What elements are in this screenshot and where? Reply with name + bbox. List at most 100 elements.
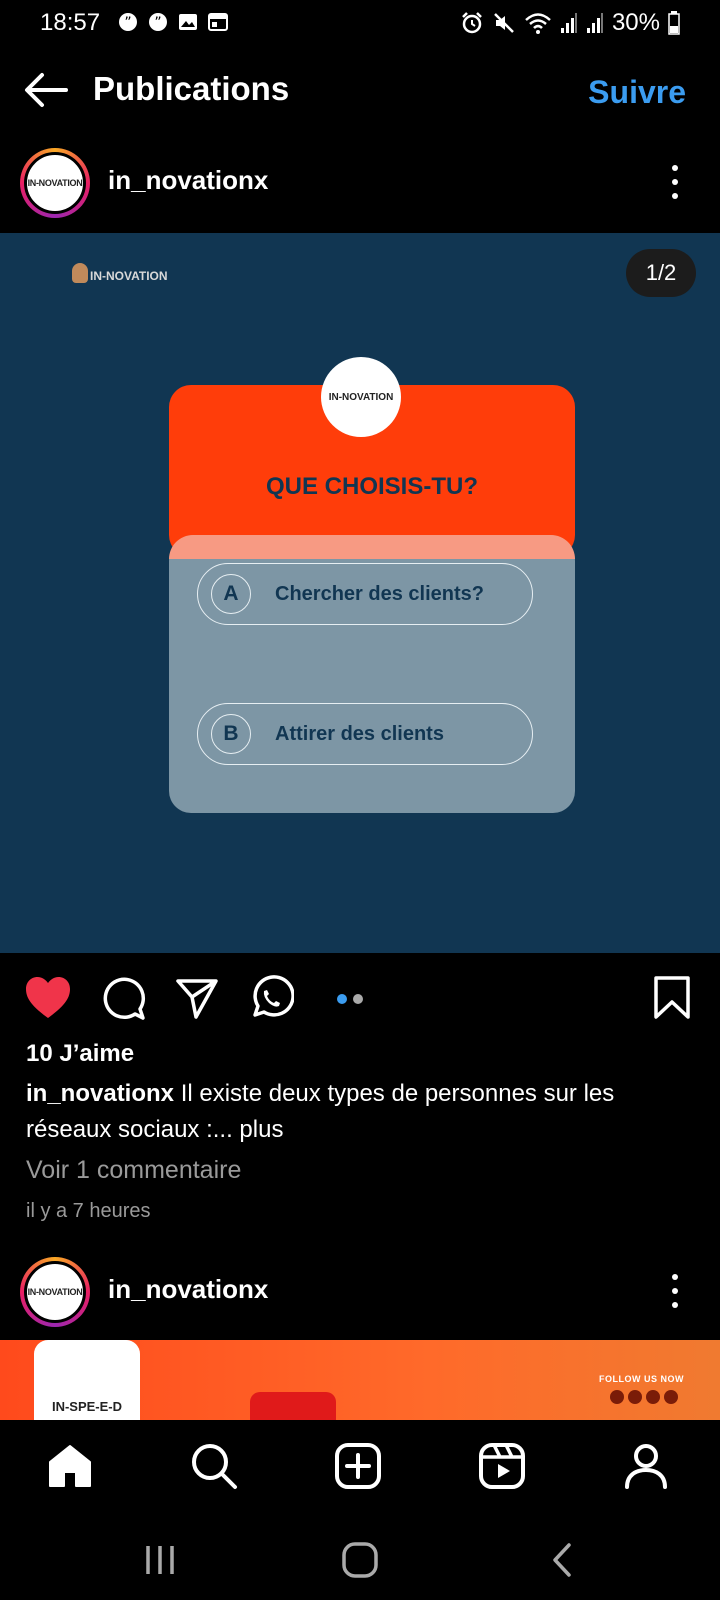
home-button-icon [342,1542,378,1578]
post-timestamp: il y a 7 heures [26,1200,151,1222]
quiz-card-divider [169,535,575,559]
alarm-icon [462,12,482,34]
caption-more-link[interactable]: plus [233,1116,283,1143]
svg-text:”: ” [124,15,131,31]
avatar-logo-text: IN-NOVATION [27,1287,83,1297]
quiz-card: IN-NOVATION QUE CHOISIS-TU? A Chercher d… [169,357,575,813]
carousel-indicator [337,994,363,1004]
comment-icon [103,977,146,1020]
youtube-icon [646,1390,660,1404]
back-arrow-icon [25,73,68,107]
nav-reels[interactable] [478,1442,528,1492]
likes-count[interactable]: 10 J’aime [26,1040,134,1068]
carousel-dot-active [337,994,347,1004]
caption-username[interactable]: in_novationx [26,1080,174,1107]
nav-home[interactable] [46,1442,96,1492]
recent-apps-icon [146,1546,174,1574]
dot-icon [672,193,678,199]
dot-icon [672,1274,678,1280]
recent-apps-button[interactable] [140,1542,180,1578]
avatar[interactable]: IN-NOVATION [20,1257,90,1327]
system-home-button[interactable] [340,1542,380,1578]
carousel-dot [353,994,363,1004]
card-logo-text: IN-NOVATION [328,391,394,403]
image-logo-text: IN-NOVATION [90,269,168,283]
create-icon [335,1443,381,1489]
post-actions [0,973,720,1027]
back-button[interactable] [24,70,68,110]
quiz-option-a: A Chercher des clients? [197,563,533,625]
carousel-counter: 1/2 [626,249,696,297]
calendar-icon [208,12,228,32]
post-image[interactable]: IN-NOVATION 1/2 IN-NOVATION QUE CHOISIS-… [0,233,720,953]
dot-icon [672,1302,678,1308]
dot-icon [672,1288,678,1294]
banner-graphic [250,1392,336,1420]
send-icon [176,979,218,1019]
more-options-button[interactable] [670,165,680,199]
dot-icon [672,179,678,185]
avatar-logo-text: IN-NOVATION [27,178,83,188]
whatsapp-share-button[interactable] [248,975,296,1023]
facebook-icon [610,1390,624,1404]
bottom-nav [0,1420,720,1520]
nav-create[interactable] [334,1442,384,1492]
banner-logo: IN-SPE-E-D [34,1340,140,1420]
banner-logo-text: IN-SPE-E-D [51,1399,123,1414]
status-right: 30% [460,9,680,37]
quiz-option-b: B Attirer des clients [197,703,533,765]
option-text: Attirer des clients [275,722,444,745]
image-logo: IN-NOVATION [72,263,168,283]
follow-button[interactable]: Suivre [588,74,686,111]
twitter-icon [628,1390,642,1404]
quote-icon: ” [148,12,168,32]
nav-profile[interactable] [622,1442,672,1492]
post-username[interactable]: in_novationx [108,165,268,196]
signal-icon [586,13,603,33]
whatsapp-icon [253,975,295,1017]
comment-button[interactable] [100,975,148,1023]
bulb-icon [72,263,88,283]
post-username[interactable]: in_novationx [108,1274,268,1305]
instagram-icon [664,1390,678,1404]
banner-social-icons [610,1390,678,1404]
back-icon [553,1543,571,1577]
bookmark-icon [654,976,690,1019]
banner-follow-text: FOLLOW US NOW [599,1374,684,1384]
view-comments-link[interactable]: Voir 1 commentaire [26,1156,241,1185]
battery-icon [668,11,680,35]
home-icon [49,1445,91,1487]
mute-icon [494,13,514,33]
status-bar: 18:57 ” ” 30% [0,0,720,46]
like-button[interactable] [24,975,72,1023]
quiz-question: QUE CHOISIS-TU? [265,473,478,500]
dot-icon [672,165,678,171]
option-letter: A [211,574,251,614]
save-button[interactable] [652,975,700,1023]
image-icon [178,12,198,32]
system-back-button[interactable] [545,1542,585,1578]
signal-icon [560,13,577,33]
share-button[interactable] [174,975,222,1023]
search-icon [192,1444,237,1489]
top-bar: Publications Suivre [0,60,720,120]
profile-icon [625,1444,667,1489]
status-time: 18:57 [40,9,101,36]
post-header: IN-NOVATION in_novationx [0,143,720,223]
option-letter: B [211,714,251,754]
post-caption: in_novationx Il existe deux types de per… [26,1076,706,1148]
option-text: Chercher des clients? [275,582,484,605]
next-post-header: IN-NOVATION in_novationx [0,1252,720,1332]
wifi-icon [525,13,551,34]
page-title: Publications [93,70,290,107]
system-nav [0,1520,720,1600]
reels-icon [479,1443,525,1489]
heart-icon [26,977,70,1018]
battery-percent: 30% [611,9,660,36]
avatar[interactable]: IN-NOVATION [20,148,90,218]
more-options-button[interactable] [670,1274,680,1308]
nav-search[interactable] [190,1442,240,1492]
next-post-image[interactable]: IN-SPE-E-D FOLLOW US NOW [0,1340,720,1420]
svg-text:”: ” [154,15,161,31]
card-logo: IN-NOVATION [321,357,401,437]
